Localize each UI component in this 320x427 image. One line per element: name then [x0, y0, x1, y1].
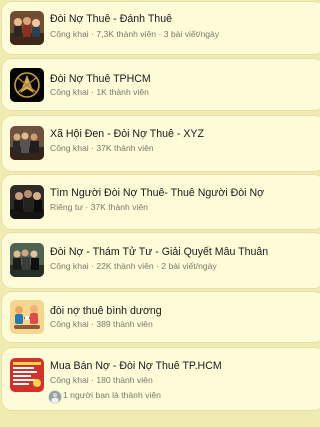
group-meta: Công khai · 180 thành viên [50, 375, 153, 385]
group-photo-icon[interactable] [10, 185, 44, 219]
friends-in-group: 1 người bạn là thành viên [63, 390, 161, 400]
group-meta: Công khai · 37K thành viên [50, 143, 154, 153]
group-card[interactable]: đòi nợ thuê bình dương Công khai · 389 t… [2, 292, 320, 342]
logo-icon[interactable] [10, 68, 44, 102]
group-title[interactable]: Mua Bán Nợ - Đòi Nợ Thuê TP.HCM [50, 360, 320, 373]
group-title[interactable]: đòi nợ thuê bình dương [50, 305, 320, 318]
group-card[interactable]: Đòi Nợ Thuê - Đánh Thuê Công khai · 7,3K… [2, 2, 320, 54]
group-meta: Công khai · 389 thành viên [50, 319, 153, 329]
group-meta: Riêng tư · 37K thành viên [50, 202, 148, 212]
group-card[interactable]: Đòi Nợ - Thám Tử Tư - Giải Quyết Mâu Thu… [2, 233, 320, 288]
group-photo-icon[interactable] [10, 11, 44, 45]
group-title[interactable]: Đòi Nợ Thuê TPHCM [50, 73, 320, 86]
group-title[interactable]: Tìm Người Đòi Nợ Thuê- Thuê Người Đòi Nợ [50, 187, 320, 200]
group-card[interactable]: Xã Hội Đen - Đòi Nợ Thuê - XYZ Công khai… [2, 116, 320, 171]
group-photo-icon[interactable] [10, 243, 44, 277]
group-title[interactable]: Xã Hội Đen - Đòi Nợ Thuê - XYZ [50, 128, 320, 141]
avatar [48, 390, 62, 404]
groups-list: Đòi Nợ Thuê - Đánh Thuê Công khai · 7,3K… [0, 0, 320, 427]
group-meta: Công khai · 7,3K thành viên · 3 bài viết… [50, 29, 220, 39]
group-meta: Công khai · 1K thành viên [50, 87, 149, 97]
group-card[interactable]: Tìm Người Đòi Nợ Thuê- Thuê Người Đòi Nợ… [2, 175, 320, 229]
group-title[interactable]: Đòi Nợ - Thám Tử Tư - Giải Quyết Mâu Thu… [50, 246, 320, 259]
group-title[interactable]: Đòi Nợ Thuê - Đánh Thuê [50, 13, 320, 26]
document-icon[interactable] [10, 358, 44, 392]
illustration-icon[interactable] [10, 300, 44, 334]
group-card[interactable]: Đòi Nợ Thuê TPHCM Công khai · 1K thành v… [2, 59, 320, 110]
group-meta: Công khai · 22K thành viên · 2 bài viết/… [50, 261, 217, 271]
group-photo-icon[interactable] [10, 126, 44, 160]
